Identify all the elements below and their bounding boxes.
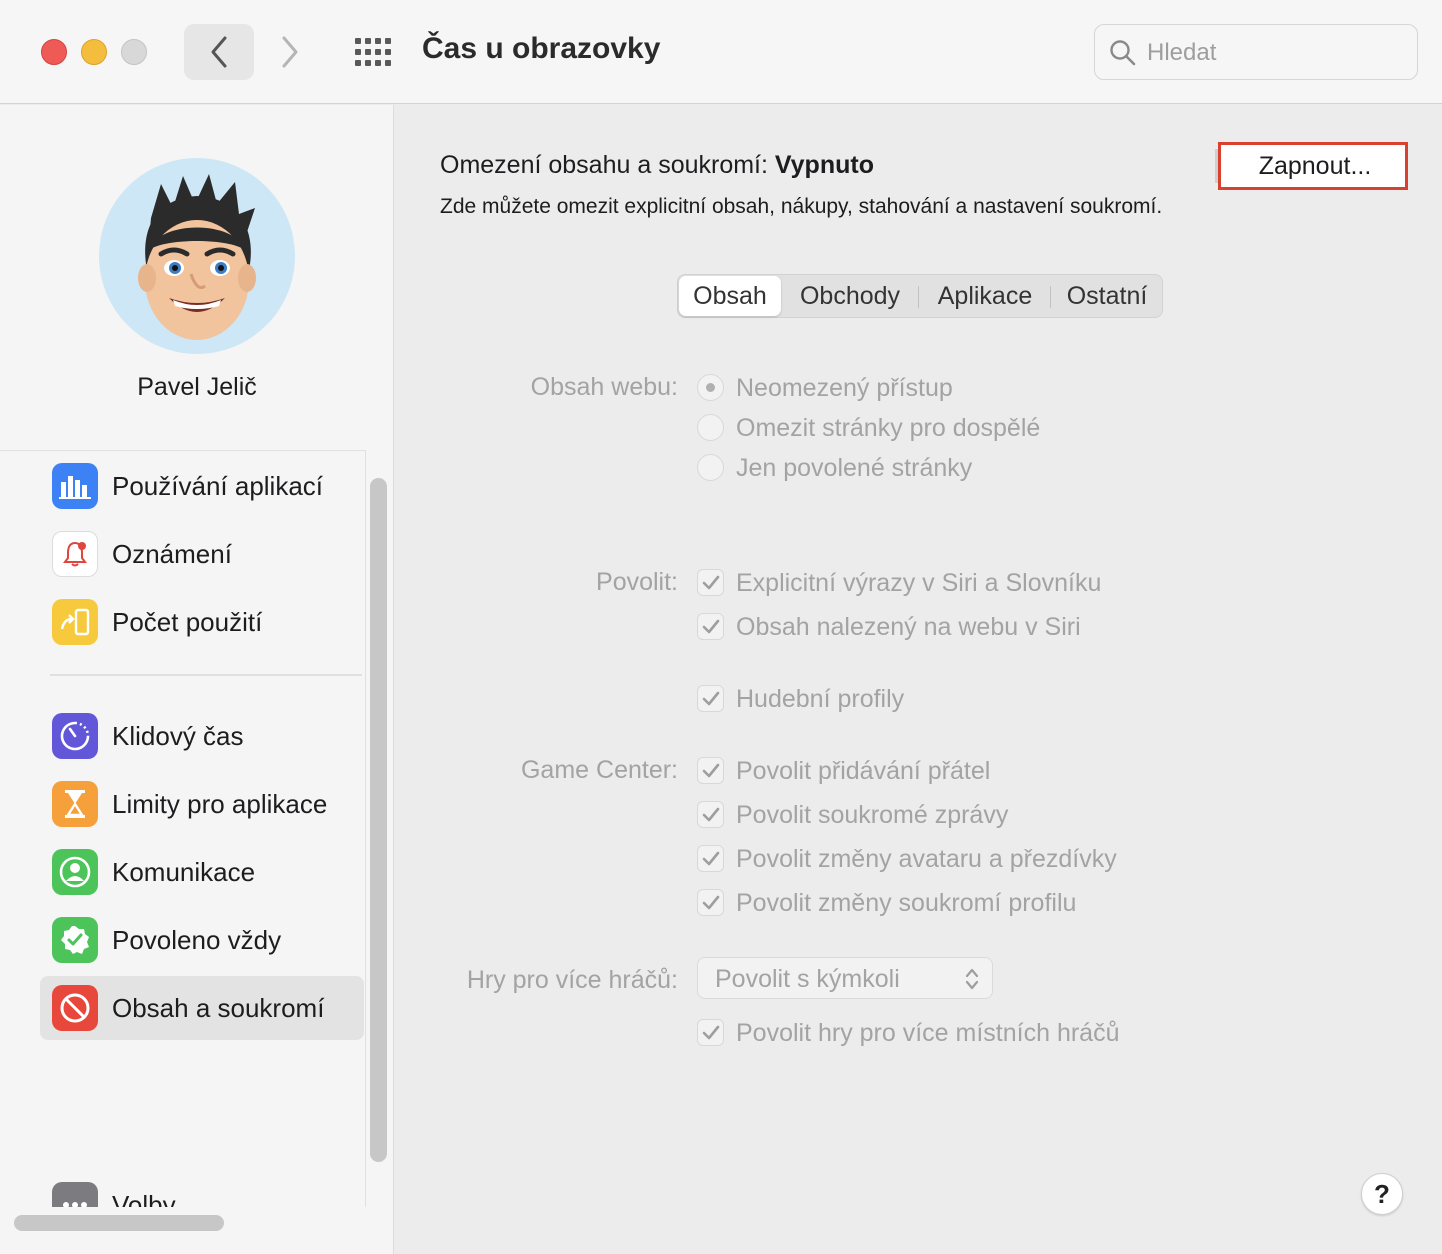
zoom-window-button[interactable] (121, 39, 147, 65)
checkmark-icon (702, 1025, 719, 1039)
help-button[interactable]: ? (1361, 1173, 1403, 1215)
web-content-label: Obsah webu: (530, 373, 678, 401)
multiplayer-select[interactable]: Povolit s kýmkoli (697, 957, 993, 999)
sidebar-item-label: Limity pro aplikace (112, 788, 328, 819)
contact-icon (52, 849, 98, 895)
user-name: Pavel Jelič (137, 373, 257, 401)
checkbox[interactable] (697, 801, 724, 828)
updown-arrows-icon (965, 968, 979, 990)
close-window-button[interactable] (41, 39, 67, 65)
sidebar-item-content-privacy[interactable]: Obsah a soukromí (40, 976, 364, 1040)
forward-button[interactable] (264, 24, 316, 80)
checkbox-label: Povolit soukromé zprávy (736, 800, 1009, 829)
sidebar-item-app-usage[interactable]: Používání aplikací (40, 454, 364, 518)
minimize-window-button[interactable] (81, 39, 107, 65)
chevron-left-icon (211, 36, 227, 68)
show-all-grid-icon[interactable] (352, 34, 394, 70)
sidebar-item-notifications[interactable]: Oznámení (40, 522, 364, 586)
chevron-right-icon (282, 36, 298, 68)
sidebar-vertical-scrollbar[interactable] (370, 478, 387, 1162)
tab-stores[interactable]: Obchody (784, 275, 916, 317)
pickup-icon (52, 599, 98, 645)
sidebar-item-app-limits[interactable]: Limity pro aplikace (40, 772, 364, 836)
sidebar-item-pickups[interactable]: Počet použití (40, 590, 364, 654)
radio-button[interactable] (697, 454, 724, 481)
sidebar-item-communication[interactable]: Komunikace (40, 840, 364, 904)
checkmark-badge-icon (52, 917, 98, 963)
user-avatar[interactable] (99, 158, 295, 354)
sidebar-item-label: Obsah a soukromí (112, 992, 325, 1023)
checkmark-icon (702, 895, 719, 909)
multiplayer-select-value: Povolit s kýmkoli (715, 965, 900, 993)
sidebar-item-label: Povoleno vždy (112, 924, 282, 955)
tab-apps[interactable]: Aplikace (920, 275, 1050, 317)
radio-button[interactable] (697, 374, 724, 401)
checkmark-icon (702, 807, 719, 821)
sidebar-item-label: Používání aplikací (112, 470, 324, 501)
window-title: Čas u obrazovky (422, 32, 661, 65)
checkbox[interactable] (697, 1019, 724, 1046)
multiplayer-label: Hry pro více hráčů: (466, 966, 678, 994)
sidebar-item-label: Oznámení (112, 538, 232, 569)
checkbox[interactable] (697, 845, 724, 872)
sidebar-item-options[interactable]: Volby (40, 1173, 364, 1207)
checkbox[interactable] (697, 889, 724, 916)
search-input[interactable] (1147, 35, 1407, 71)
content-pane: Omezení obsahu a soukromí: Vypnuto Zde m… (395, 105, 1442, 1254)
checkbox-label: Hudební profily (736, 684, 905, 713)
tab-separator (918, 286, 919, 308)
search-field[interactable] (1094, 24, 1418, 80)
sidebar-item-label: Komunikace (112, 856, 256, 887)
back-button[interactable] (184, 24, 254, 80)
radio-label: Omezit stránky pro dospělé (736, 413, 1041, 442)
search-icon (1110, 40, 1136, 66)
hourglass-icon (52, 781, 98, 827)
checkbox-label: Povolit změny soukromí profilu (736, 888, 1077, 917)
allow-label: Povolit: (596, 568, 678, 596)
bell-icon (52, 531, 98, 577)
restriction-icon (52, 985, 98, 1031)
tab-separator (1050, 286, 1051, 308)
radio-label: Neomezený přístup (736, 373, 953, 402)
game-center-label: Game Center: (520, 756, 678, 784)
status-value: Vypnuto (774, 151, 874, 179)
enable-button[interactable]: Zapnout... (1215, 142, 1408, 190)
sidebar-list: Používání aplikací Oznámení Počet použit… (0, 450, 366, 1207)
bar-chart-icon (52, 463, 98, 509)
tab-other[interactable]: Ostatní (1052, 275, 1162, 317)
checkbox-label: Povolit přidávání přátel (736, 756, 991, 785)
checkbox-label: Explicitní výrazy v Siri a Slovníku (736, 568, 1102, 597)
restriction-status: Omezení obsahu a soukromí: Vypnuto (440, 151, 874, 180)
checkbox-label: Povolit změny avataru a přezdívky (736, 844, 1117, 873)
tab-bar: Obsah Obchody Aplikace Ostatní (677, 274, 1163, 318)
status-label: Omezení obsahu a soukromí: (440, 151, 768, 179)
tab-content[interactable]: Obsah (679, 276, 781, 316)
sidebar-item-downtime[interactable]: Klidový čas (40, 704, 364, 768)
checkmark-icon (702, 851, 719, 865)
downtime-icon (52, 713, 98, 759)
sidebar-item-label: Počet použití (112, 606, 263, 637)
checkmark-icon (702, 763, 719, 777)
sidebar-item-label: Volby (112, 1189, 176, 1208)
title-bar: Čas u obrazovky (0, 0, 1442, 104)
checkbox[interactable] (697, 613, 724, 640)
radio-label: Jen povolené stránky (736, 453, 973, 482)
more-icon (52, 1182, 98, 1207)
sidebar-item-always-allowed[interactable]: Povoleno vždy (40, 908, 364, 972)
sidebar: Pavel Jelič Používání aplikací Oznámení … (0, 105, 394, 1254)
radio-button[interactable] (697, 414, 724, 441)
checkbox-label: Obsah nalezený na webu v Siri (736, 612, 1081, 641)
checkmark-icon (702, 691, 719, 705)
checkbox[interactable] (697, 685, 724, 712)
checkmark-icon (702, 575, 719, 589)
memoji-avatar-icon (138, 174, 256, 340)
description-text: Zde můžete omezit explicitní obsah, náku… (440, 195, 1163, 218)
sidebar-divider (50, 674, 362, 676)
checkmark-icon (702, 619, 719, 633)
checkbox-label: Povolit hry pro více místních hráčů (736, 1018, 1120, 1047)
sidebar-item-label: Klidový čas (112, 720, 244, 751)
checkbox[interactable] (697, 757, 724, 784)
sidebar-horizontal-scrollbar[interactable] (14, 1215, 224, 1231)
checkbox[interactable] (697, 569, 724, 596)
